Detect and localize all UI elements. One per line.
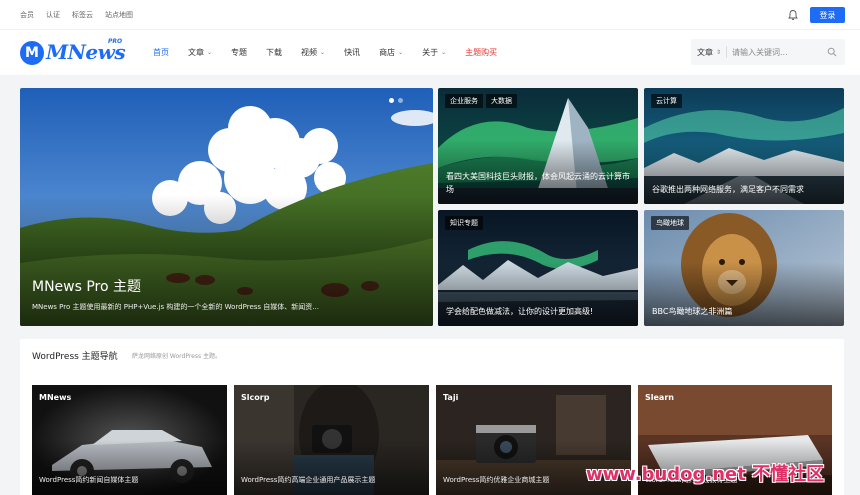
theme-card-desc: WordPress简约高端企业通用产品展示主题 [241,476,376,484]
nav-item-downloads[interactable]: 下载 [266,47,282,58]
top-link-members[interactable]: 会员 [20,10,34,20]
site-watermark: www.budog.net 不懂社区 [586,464,825,485]
logo-mark: M [20,41,44,65]
nav-item-label: 主题购买 [465,48,498,57]
nav-item-label: 快讯 [344,48,361,57]
chevron-down-icon: ⌄ [398,49,404,56]
main-nav: 首页 文章 ⌄ 专题 下载 视频 ⌄ 快讯 商店 ⌄ 关于 ⌄ 主题购买 [153,30,516,75]
hero-main-title[interactable]: MNews Pro 主题 [32,276,141,296]
nav-item-home[interactable]: 首页 [153,47,169,58]
nav-item-label: 专题 [231,48,248,57]
category-tag[interactable]: 企业服务 [445,94,483,108]
section-title: WordPress 主题导航 [32,352,118,362]
top-link-verify[interactable]: 认证 [46,10,60,20]
hero-tile[interactable]: 知识专题 学会给配色做减法，让你的设计更加高级! [438,210,638,326]
tile-caption[interactable]: 学会给配色做减法，让你的设计更加高级! [446,305,630,318]
logo-pro-badge: PRO [108,38,123,45]
nav-item-label: 下载 [266,48,283,57]
theme-card-name: Taji [443,393,459,402]
carousel-dots [389,98,403,103]
bell-icon[interactable] [787,9,799,21]
theme-card[interactable]: Slcorp WordPress简约高端企业通用产品展示主题 [234,385,429,495]
theme-card-name: MNews [39,393,72,402]
nav-item-label: 首页 [153,48,169,57]
search-input[interactable] [732,43,824,61]
theme-card[interactable]: MNews WordPress简约新闻自媒体主题 [32,385,227,495]
hero-tile[interactable]: 云计算 谷歌推出两种网络服务，满足客户不同需求 [644,88,844,204]
tile-caption[interactable]: 看四大美国科技巨头财报，体会风起云涌的云计算市场 [446,170,630,196]
carousel-dot[interactable] [389,98,394,103]
tile-tags: 云计算 [651,94,682,108]
nav-item-buy-theme[interactable]: 主题购买 [465,47,497,58]
search-scope-label: 文章 [697,47,713,57]
chevron-down-icon: ⌄ [320,49,326,56]
main-header: M MNews PRO 首页 文章 ⌄ 专题 下载 视频 ⌄ 快讯 商店 ⌄ 关于 ⌄ … [0,30,860,75]
tile-tags: 企业服务 大数据 [445,94,517,108]
top-links: 会员 认证 标签云 站点地图 [20,0,133,30]
search-box: 文章 ⇕ [691,39,845,65]
chevron-down-icon: ⌄ [441,49,447,56]
nav-item-about[interactable]: 关于 ⌄ [422,47,446,58]
theme-card-name: Slcorp [241,393,270,402]
tile-caption[interactable]: 谷歌推出两种网络服务，满足客户不同需求 [652,183,836,196]
theme-card-desc: WordPress简约优雅企业商城主题 [443,476,550,484]
nav-item-label: 关于 [422,48,439,57]
top-link-sitemap[interactable]: 站点地图 [105,10,133,20]
card-overlay [234,440,429,495]
category-tag[interactable]: 大数据 [486,94,517,108]
nav-item-label: 视频 [301,48,318,57]
carousel-dot[interactable] [398,98,403,103]
category-tag[interactable]: 鸟瞰地球 [651,216,689,230]
nav-item-videos[interactable]: 视频 ⌄ [301,47,325,58]
category-tag[interactable]: 知识专题 [445,216,483,230]
site-logo[interactable]: M MNews PRO [20,38,130,68]
search-divider [726,46,727,58]
category-tag[interactable]: 云计算 [651,94,682,108]
tile-tags: 鸟瞰地球 [651,216,689,230]
chevron-down-icon: ⌄ [207,49,213,56]
theme-card-desc: WordPress简约新闻自媒体主题 [39,476,139,484]
theme-card-name: Slearn [645,393,674,402]
nav-item-shop[interactable]: 商店 ⌄ [379,47,403,58]
card-overlay [32,440,227,495]
nav-item-label: 商店 [379,48,396,57]
hero-main[interactable]: MNews Pro 主题 MNews Pro 主题使用最新的 PHP+Vue.j… [20,88,433,326]
updown-icon: ⇕ [716,48,722,56]
login-button[interactable]: 登录 [810,7,845,23]
tile-tags: 知识专题 [445,216,483,230]
hero-tile[interactable]: 鸟瞰地球 BBC鸟瞰地球之非洲篇 [644,210,844,326]
hero-tile[interactable]: 企业服务 大数据 看四大美国科技巨头财报，体会风起云涌的云计算市场 [438,88,638,204]
top-bar: 会员 认证 标签云 站点地图 登录 [0,0,860,30]
section-subtitle: 萨龙网络原创 WordPress 主题。 [132,353,222,360]
search-icon[interactable] [827,47,837,57]
nav-item-flash[interactable]: 快讯 [344,47,360,58]
nav-item-label: 文章 [188,48,204,57]
nav-item-articles[interactable]: 文章 ⌄ [188,47,212,58]
hero-main-desc: MNews Pro 主题使用最新的 PHP+Vue.js 构建的一个全新的 Wo… [32,303,319,311]
tile-caption[interactable]: BBC鸟瞰地球之非洲篇 [652,305,836,318]
top-link-tags[interactable]: 标签云 [72,10,93,20]
nav-item-topics[interactable]: 专题 [231,47,247,58]
search-scope-select[interactable]: 文章 ⇕ [697,39,721,65]
